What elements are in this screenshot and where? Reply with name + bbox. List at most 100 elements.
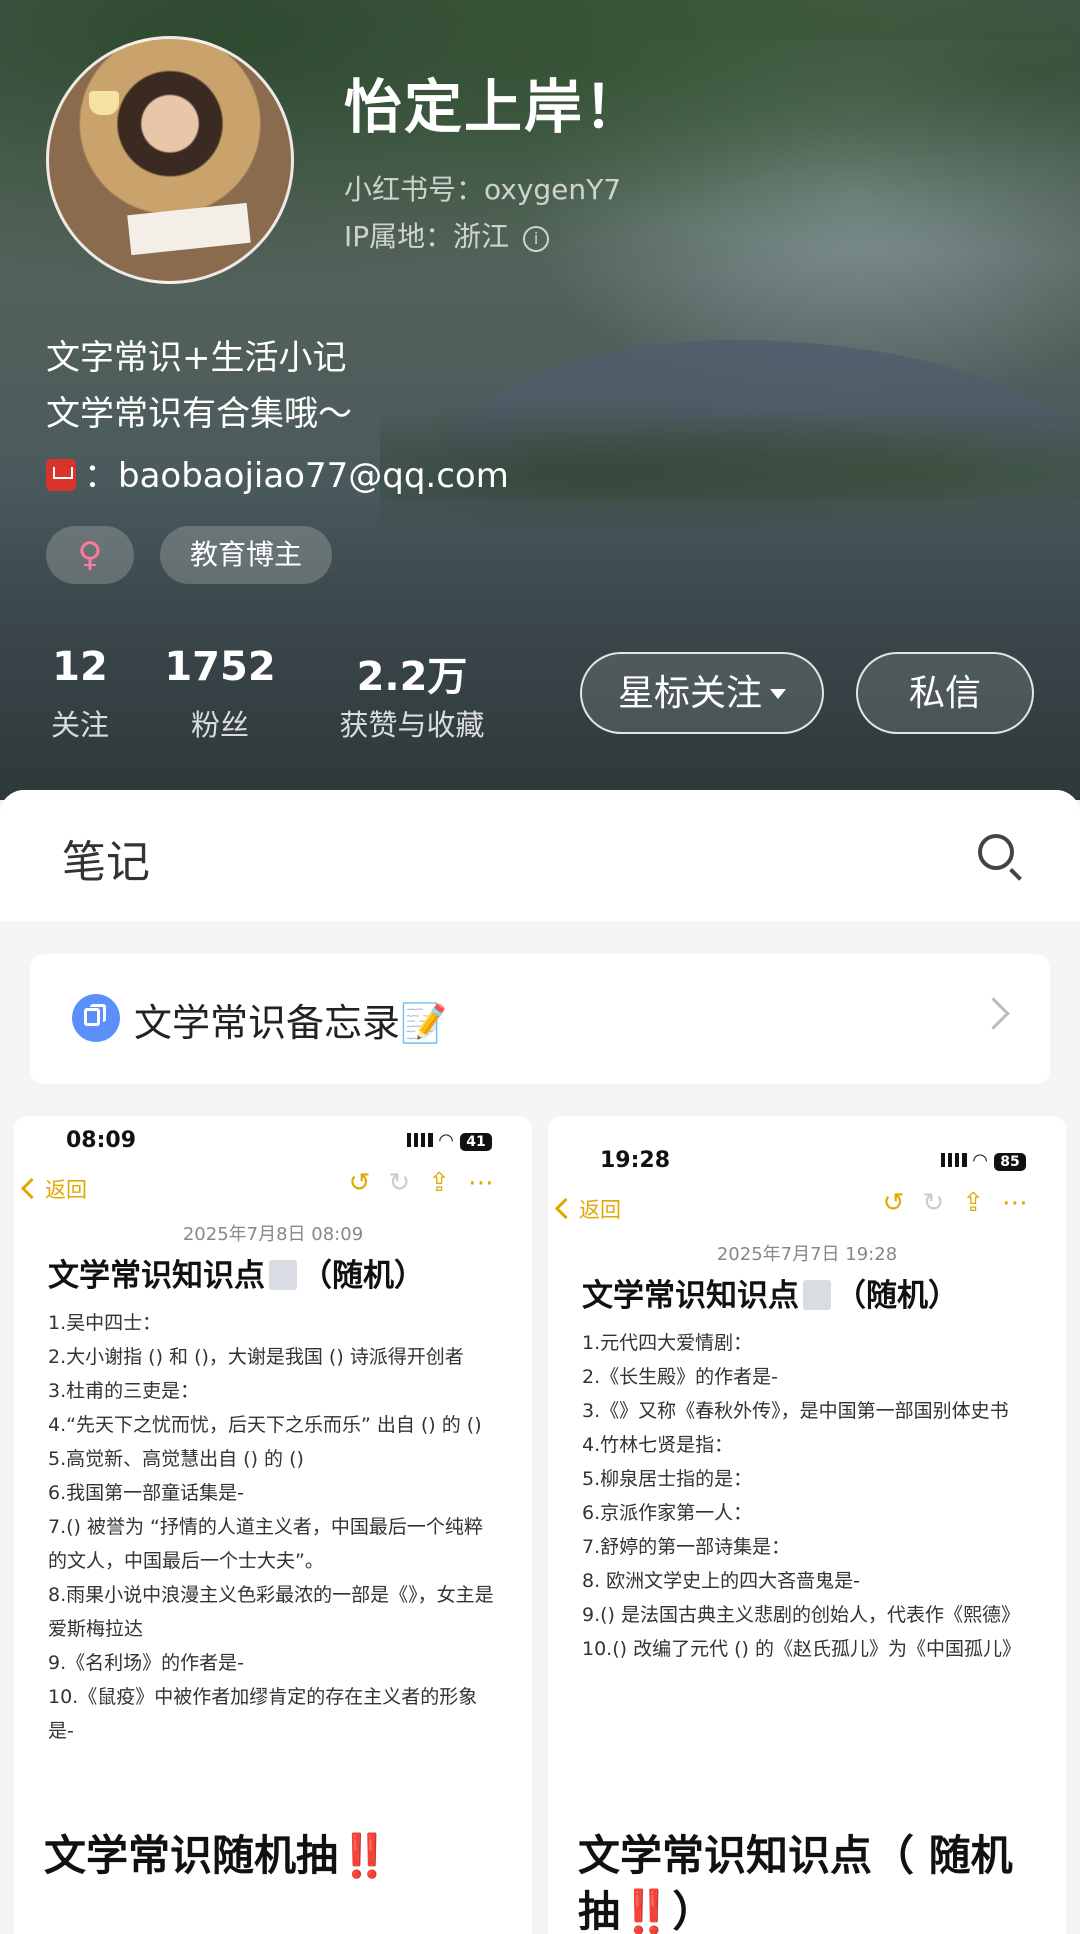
profile-name: 怡定上岸！ — [344, 73, 645, 141]
email-text: baobaojiao77@qq.com — [118, 456, 509, 496]
note-card[interactable]: 08:09 ◠ 41 返回 ↺↻⇪⋯ 2025年7月8日 08:09 文学常识知识… — [14, 1116, 532, 1934]
note-line: 7.() 被誉为 “抒情的人道主义者，中国最后一个纯粹的文人，中国最后一个士大夫… — [48, 1516, 483, 1572]
note-line: 7.舒婷的第一部诗集是： — [582, 1536, 791, 1558]
note-title-suffix: （随机） — [835, 1278, 959, 1314]
note-line: 6.我国第一部童话集是- — [48, 1482, 244, 1504]
card-title: 文学常识知识点（ 随机抽‼️） — [578, 1828, 1048, 1934]
note-line: 2.《长生殿》的作者是- — [582, 1366, 778, 1388]
category-tag[interactable]: 教育博主 — [160, 526, 332, 584]
stat-label: 获赞与收藏 — [339, 708, 485, 742]
note-line: 1.吴中四士： — [48, 1312, 162, 1334]
note-date: 2025年7月8日 08:09 — [182, 1224, 364, 1245]
chevron-left-icon — [554, 1197, 577, 1220]
status-icons: ◠ 41 — [406, 1130, 492, 1151]
profile-ip: IP属地：浙江 i — [344, 215, 550, 255]
stat-label: 关注 — [50, 708, 109, 742]
gender-tag: ♀ — [46, 526, 134, 584]
star-follow-label: 星标关注 — [617, 673, 762, 714]
note-lines: 1.吴中四士： 2.大小谢指 () 和 ()，大谢是我国 () 诗派得开创者 3… — [48, 1306, 498, 1748]
note-line: 4.“先天下之忧而忧，后天下之乐而乐” 出自 () 的 () — [48, 1414, 482, 1436]
bio-email: ：baobaojiao77@qq.com — [46, 448, 509, 497]
bio-line: 文学常识有合集哦～ — [46, 394, 352, 434]
bio-line: 文字常识+生活小记 — [46, 338, 347, 378]
note-title-suffix: （随机） — [301, 1258, 425, 1294]
stat-label: 粉丝 — [190, 708, 249, 742]
note-card[interactable]: 19:28 ◠ 85 返回 ↺↻⇪⋯ 2025年7月7日 19:28 文学常识知识… — [548, 1116, 1066, 1934]
more-icon: ⋯ — [1002, 1188, 1046, 1218]
note-line: 10.《鼠疫》中被作者加缪肯定的存在主义者的形象是- — [48, 1686, 478, 1742]
status-time: 19:28 — [600, 1148, 671, 1173]
more-icon: ⋯ — [468, 1168, 512, 1198]
note-line: 9.《名利场》的作者是- — [48, 1652, 244, 1674]
stat-following[interactable]: 12 关注 — [40, 644, 120, 744]
card-title-end: ） — [672, 1887, 715, 1934]
profile-id: 小红书号：oxygenY7 — [344, 173, 622, 206]
wifi-icon: ◠ — [972, 1150, 988, 1171]
note-line: 5.高觉新、高觉慧出自 () 的 () — [48, 1448, 304, 1470]
note-line: 3.《》又称《春秋外传》，是中国第一部国别体史书 — [582, 1400, 1009, 1422]
stat-likes-collects[interactable]: 2.2万 获赞与收藏 — [326, 644, 498, 744]
stat-number: 12 — [52, 644, 108, 690]
collection-entry[interactable]: 文学常识备忘录📝 — [30, 954, 1050, 1084]
note-line: 1.元代四大爱情剧： — [582, 1332, 753, 1354]
document-icon — [803, 1280, 831, 1310]
note-line: 3.杜甫的三吏是： — [48, 1380, 200, 1402]
back-button: 返回 — [20, 1174, 87, 1204]
redo-icon: ↻ — [922, 1188, 963, 1218]
note-toolbar: ↺↻⇪⋯ — [349, 1168, 512, 1198]
note-title: 文学常识知识点 （随机） — [48, 1250, 425, 1295]
back-label: 返回 — [579, 1198, 621, 1222]
share-icon: ⇪ — [428, 1168, 468, 1198]
stat-number: 1752 — [164, 644, 276, 690]
profile-header: 怡定上岸！ 小红书号：oxygenY7 IP属地：浙江 i 文字常识+生活小记 文… — [0, 0, 1080, 800]
chevron-left-icon — [20, 1177, 43, 1200]
card-title-text: 文学常识随机抽 — [44, 1831, 339, 1880]
note-line: 5.柳泉居士指的是： — [582, 1468, 753, 1490]
mailbox-icon — [46, 459, 76, 491]
battery-icon: 41 — [460, 1133, 492, 1151]
note-line: 6.京派作家第一人： — [582, 1502, 753, 1524]
document-icon — [269, 1260, 297, 1290]
undo-icon: ↺ — [348, 1168, 389, 1198]
status-time: 08:09 — [66, 1128, 137, 1153]
message-button[interactable]: 私信 — [856, 652, 1034, 734]
stat-followers[interactable]: 1752 粉丝 — [160, 644, 280, 744]
note-title-text: 文学常识知识点 — [582, 1278, 799, 1314]
chevron-right-icon — [977, 997, 1010, 1030]
note-line: 10.() 改编了元代 () 的《赵氏孤儿》为《中国孤儿》 — [582, 1638, 1021, 1660]
card-title: 文学常识随机抽‼️ — [44, 1828, 514, 1884]
stat-number: 2.2万 — [356, 654, 468, 700]
share-icon: ⇪ — [962, 1188, 1002, 1218]
info-icon[interactable]: i — [523, 226, 550, 252]
note-screenshot: 19:28 ◠ 85 返回 ↺↻⇪⋯ 2025年7月7日 19:28 文学常识知识… — [548, 1116, 1066, 1816]
mail-prefix: ： — [84, 456, 118, 496]
card-title-emoji: ‼️ — [338, 1831, 391, 1880]
note-line: 8.雨果小说中浪漫主义色彩最浓的一部是《》，女主是爱斯梅拉达 — [48, 1584, 494, 1640]
redo-icon: ↻ — [388, 1168, 429, 1198]
back-button: 返回 — [554, 1194, 621, 1224]
wifi-icon: ◠ — [438, 1130, 454, 1151]
content-sheet: 笔记 文学常识备忘录📝 08:09 ◠ 41 返回 ↺↻⇪⋯ 2025年7月8日 … — [0, 790, 1080, 1934]
back-label: 返回 — [45, 1178, 87, 1202]
signal-icon — [940, 1153, 967, 1167]
avatar[interactable] — [46, 36, 294, 284]
caret-down-icon — [770, 689, 786, 699]
note-date: 2025年7月7日 19:28 — [716, 1244, 898, 1265]
star-follow-button[interactable]: 星标关注 — [580, 652, 824, 734]
card-title-emoji: ‼️ — [620, 1887, 673, 1934]
search-icon[interactable] — [978, 834, 1014, 870]
collection-icon — [72, 994, 120, 1042]
note-screenshot: 08:09 ◠ 41 返回 ↺↻⇪⋯ 2025年7月8日 08:09 文学常识知识… — [14, 1116, 532, 1816]
note-line: 8. 欧洲文学史上的四大吝啬鬼是- — [582, 1570, 861, 1592]
note-toolbar: ↺↻⇪⋯ — [883, 1188, 1046, 1218]
collection-title: 文学常识备忘录📝 — [134, 1001, 448, 1045]
ip-location: IP属地：浙江 — [344, 220, 510, 253]
note-line: 2.大小谢指 () 和 ()，大谢是我国 () 诗派得开创者 — [48, 1346, 464, 1368]
undo-icon: ↺ — [882, 1188, 923, 1218]
tab-notes[interactable]: 笔记 — [62, 826, 150, 890]
battery-icon: 85 — [994, 1153, 1026, 1171]
tab-bar: 笔记 — [0, 790, 1080, 923]
note-title-text: 文学常识知识点 — [48, 1258, 265, 1294]
note-title: 文学常识知识点 （随机） — [582, 1270, 959, 1315]
status-icons: ◠ 85 — [940, 1150, 1026, 1171]
